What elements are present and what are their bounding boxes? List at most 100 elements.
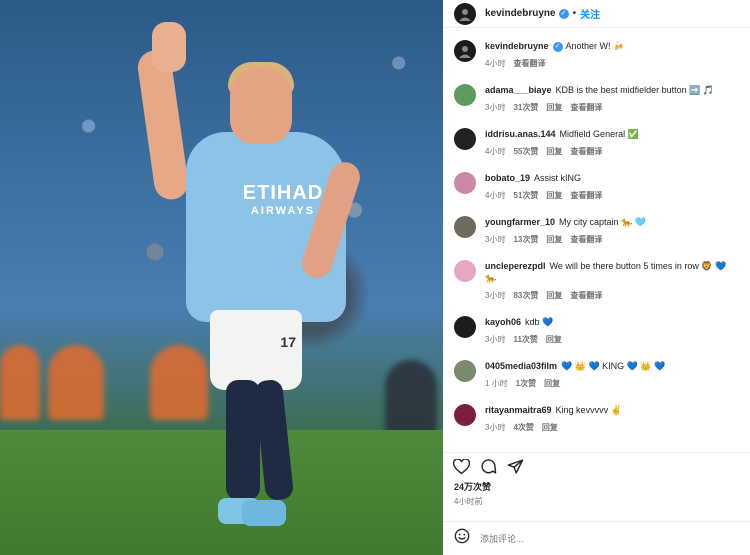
author-username[interactable]: kevindebruyne (485, 8, 556, 19)
comment-text: KDB is the best midfielder button ➡️ 🎵 (555, 85, 715, 95)
post-header: kevindebruyne ✓ • 关注 (443, 0, 750, 28)
comment-username[interactable]: bobato_19 (485, 173, 530, 183)
comment-time: 3小时 (485, 423, 506, 432)
comment-text: My city captain 🐆 🩵 (559, 217, 646, 227)
like-button[interactable] (453, 458, 470, 475)
comment-item: uncleperezpdl We will be there button 5 t… (454, 260, 739, 316)
comment-likes[interactable]: 1次赞 (516, 378, 536, 389)
comment-text: Midfield General ✅ (559, 129, 639, 139)
comment-time: 4小时 (485, 147, 506, 156)
post-photo[interactable]: ETIHAD AIRWAYS 17 (0, 0, 443, 555)
comments-list[interactable]: kevindebruyne ✓ Another W! 🍻 4小时 查看翻译 adam… (443, 28, 750, 452)
comment-button[interactable] (480, 458, 497, 475)
translate-button[interactable]: 查看翻译 (570, 234, 602, 245)
comment-username[interactable]: kayoh06 (485, 317, 521, 327)
reply-button[interactable]: 回复 (544, 378, 560, 389)
caption: kevindebruyne ✓ Another W! 🍻 4小时 查看翻译 (454, 40, 739, 84)
crowd-figure (48, 345, 104, 420)
avatar[interactable] (454, 360, 476, 382)
comment-time: 4小时 (485, 191, 506, 200)
reply-button[interactable]: 回复 (546, 146, 562, 157)
crowd-figure (385, 360, 437, 435)
comment-likes[interactable]: 51次赞 (513, 190, 538, 201)
avatar[interactable] (454, 404, 476, 426)
crowd-figure (0, 345, 40, 420)
separator-dot: • (572, 8, 577, 19)
reply-button[interactable]: 回复 (546, 334, 562, 345)
player-hand (152, 22, 186, 72)
comment-likes[interactable]: 13次赞 (513, 234, 538, 245)
heart-icon (453, 458, 470, 474)
comment-username[interactable]: 0405media03film (485, 361, 557, 371)
avatar[interactable] (454, 260, 476, 282)
comment-bubble-icon (481, 459, 497, 474)
reply-button[interactable]: 回复 (546, 234, 562, 245)
comment-item: 0405media03film 💙 👑 💙 KING 💙 👑 💙 1 小时 1次赞… (454, 360, 739, 404)
comment-username[interactable]: youngfarmer_10 (485, 217, 555, 227)
comment-time: 3小时 (485, 103, 506, 112)
comment-username[interactable]: uncleperezpdl (485, 261, 546, 271)
player-figure: ETIHAD AIRWAYS 17 (130, 20, 370, 540)
comment-username[interactable]: ritayanmaitra69 (485, 405, 552, 415)
comment-time: 3小时 (485, 291, 506, 300)
comment-item: bobato_19 Assist kING 4小时 51次赞 回复 查看翻译 (454, 172, 739, 216)
comment-username[interactable]: iddrisu.anas.144 (485, 129, 556, 139)
shorts-number: 17 (280, 334, 296, 350)
comment-likes[interactable]: 4次赞 (513, 422, 533, 433)
post-modal: ETIHAD AIRWAYS 17 kevindebruyne ✓ • 关注 k… (0, 0, 750, 555)
comment-likes[interactable]: 11次赞 (513, 334, 537, 345)
profile-avatar-icon (459, 8, 471, 21)
share-button[interactable] (507, 458, 524, 475)
comment-likes[interactable]: 55次赞 (513, 146, 538, 157)
caption-text: Another W! 🍻 (565, 41, 625, 51)
caption-time: 4小时 (485, 59, 506, 68)
translate-button[interactable]: 查看翻译 (570, 146, 602, 157)
comment-item: ritayanmaitra69 King kevvvvv ✌️ 3小时 4次赞 回… (454, 404, 739, 448)
profile-avatar-icon (459, 46, 471, 58)
avatar[interactable] (454, 2, 476, 25)
comment-item: kayoh06 kdb 💙 3小时 11次赞 回复 (454, 316, 739, 360)
verified-badge-icon: ✓ (558, 8, 569, 19)
avatar[interactable] (454, 316, 476, 338)
comment-likes[interactable]: 31次赞 (513, 102, 538, 113)
comment-likes[interactable]: 83次赞 (513, 290, 538, 301)
player-boot (242, 500, 286, 526)
post-actions (443, 452, 750, 480)
avatar[interactable] (454, 84, 476, 106)
comment-time: 1 小时 (485, 379, 508, 388)
translate-button[interactable]: 查看翻译 (513, 58, 545, 69)
post-side-panel: kevindebruyne ✓ • 关注 kevindebruyne ✓ Anoth… (443, 0, 750, 555)
translate-button[interactable]: 查看翻译 (570, 190, 602, 201)
reply-button[interactable]: 回复 (546, 190, 562, 201)
reply-button[interactable]: 回复 (546, 102, 562, 113)
emoji-button[interactable] (454, 528, 470, 549)
caption-username[interactable]: kevindebruyne (485, 41, 549, 51)
reply-button[interactable]: 回复 (546, 290, 562, 301)
comment-text: 💙 👑 💙 KING 💙 👑 💙 (561, 361, 666, 371)
sponsor-text: ETIHAD (242, 182, 324, 204)
avatar[interactable] (454, 40, 476, 62)
comment-item: youngfarmer_10 My city captain 🐆 🩵 3小时 13… (454, 216, 739, 260)
player-shorts: 17 (210, 310, 302, 390)
avatar[interactable] (454, 128, 476, 150)
add-comment-bar (443, 521, 750, 555)
likes-count[interactable]: 24万次赞 (443, 480, 750, 493)
verified-badge-icon: ✓ (552, 41, 563, 52)
avatar[interactable] (454, 172, 476, 194)
comment-text: King kevvvvv ✌️ (555, 405, 622, 415)
avatar[interactable] (454, 216, 476, 238)
translate-button[interactable]: 查看翻译 (570, 290, 602, 301)
reply-button[interactable]: 回复 (542, 422, 558, 433)
comment-time: 3小时 (485, 335, 506, 344)
comment-item: iddrisu.anas.144 Midfield General ✅ 4小时 5… (454, 128, 739, 172)
comment-text: Assist kING (534, 173, 582, 183)
comment-text: kdb 💙 (525, 317, 554, 327)
comment-item: adama___biaye KDB is the best midfielder … (454, 84, 739, 128)
follow-button[interactable]: 关注 (580, 6, 600, 21)
smiley-icon (454, 528, 470, 544)
translate-button[interactable]: 查看翻译 (570, 102, 602, 113)
comment-username[interactable]: adama___biaye (485, 85, 552, 95)
comment-input[interactable] (480, 533, 680, 544)
paper-plane-icon (507, 459, 524, 474)
comment-time: 3小时 (485, 235, 506, 244)
